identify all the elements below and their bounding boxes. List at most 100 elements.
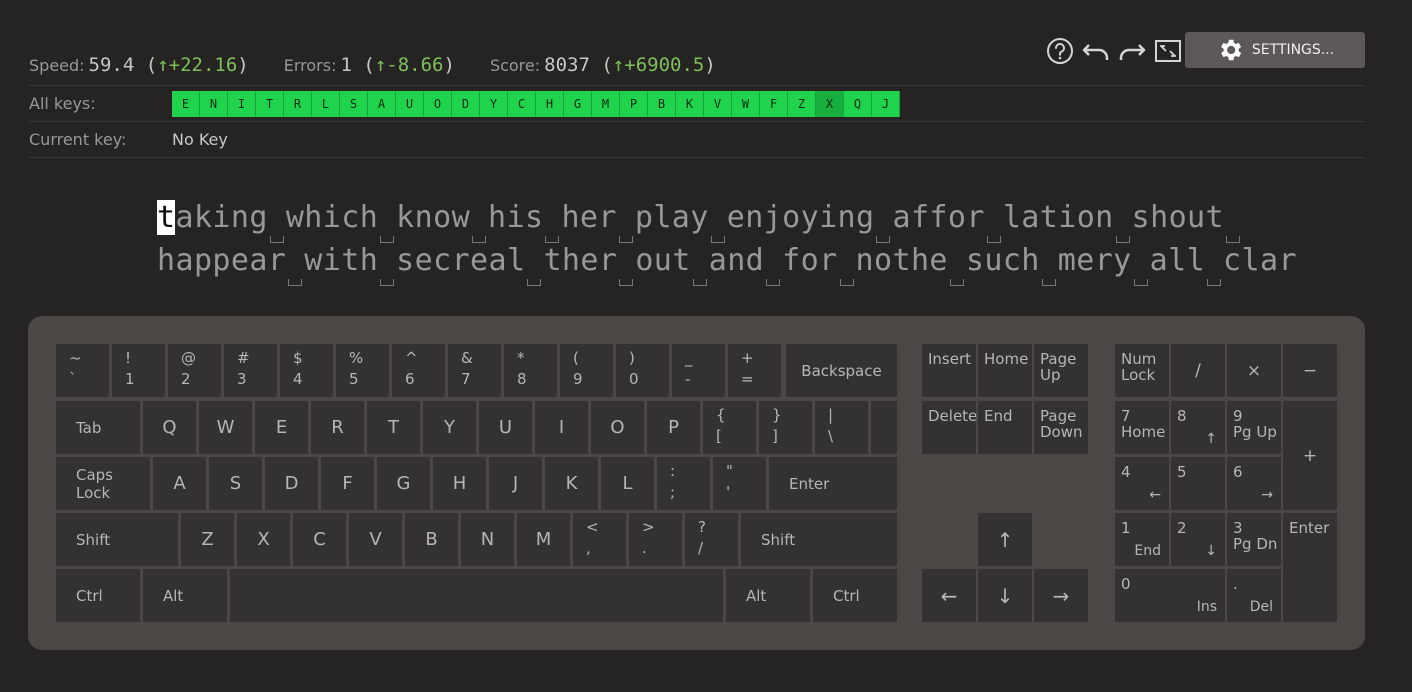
end-key[interactable]: End bbox=[978, 401, 1032, 454]
key-v[interactable]: V bbox=[349, 513, 402, 566]
arrow-left-key[interactable]: ← bbox=[922, 569, 976, 622]
key-q-label: Q bbox=[162, 417, 177, 438]
key-b[interactable]: B bbox=[405, 513, 458, 566]
key-q[interactable]: Q bbox=[143, 401, 196, 454]
home-key[interactable]: Home bbox=[978, 344, 1032, 397]
numpad-plus-key[interactable]: + bbox=[1283, 401, 1337, 510]
numpad-8-key[interactable]: 8 ↑ bbox=[1171, 401, 1225, 454]
key-g[interactable]: G bbox=[377, 457, 430, 510]
insert-key[interactable]: Insert bbox=[922, 344, 976, 397]
right-alt-key[interactable]: Alt bbox=[726, 569, 810, 622]
key-k[interactable]: K bbox=[545, 457, 598, 510]
tab-key[interactable]: Tab bbox=[56, 401, 140, 454]
key-m[interactable]: M bbox=[517, 513, 570, 566]
key-punct-1[interactable]: >. bbox=[629, 513, 682, 566]
key-5[interactable]: % 5 bbox=[336, 344, 389, 397]
arrow-down-key[interactable]: ↓ bbox=[978, 569, 1032, 622]
numpad-dot-key[interactable]: . Del bbox=[1227, 569, 1281, 622]
key-quote-0[interactable]: :; bbox=[657, 457, 710, 510]
numpad-4-key[interactable]: 4 ← bbox=[1115, 457, 1169, 510]
space-marker bbox=[525, 239, 543, 286]
key-i[interactable]: I bbox=[535, 401, 588, 454]
right-ctrl-key[interactable]: Ctrl bbox=[813, 569, 897, 622]
key-w[interactable]: W bbox=[199, 401, 252, 454]
left-shift-key[interactable]: Shift bbox=[56, 513, 178, 566]
key-=[interactable]: + = bbox=[728, 344, 781, 397]
key-1[interactable]: ! 1 bbox=[112, 344, 165, 397]
numpad-2-key[interactable]: 2 ↓ bbox=[1171, 513, 1225, 566]
key-6[interactable]: ^ 6 bbox=[392, 344, 445, 397]
key-`[interactable]: ~ ` bbox=[56, 344, 109, 397]
numpad-0-key[interactable]: 0 Ins bbox=[1115, 569, 1225, 622]
key-j[interactable]: J bbox=[489, 457, 542, 510]
key-l[interactable]: L bbox=[601, 457, 654, 510]
key-r[interactable]: R bbox=[311, 401, 364, 454]
key-3[interactable]: #3 bbox=[224, 344, 277, 397]
key-symbol-0[interactable]: {[ bbox=[703, 401, 756, 454]
backspace-key[interactable]: Backspace bbox=[786, 344, 897, 397]
undo-icon[interactable] bbox=[1081, 36, 1111, 66]
delete-key[interactable]: Delete bbox=[922, 401, 977, 454]
key-punct-2[interactable]: ? / bbox=[685, 513, 738, 566]
key-8-base-label: 8 bbox=[517, 370, 527, 388]
numpad-7-key[interactable]: 7 Home bbox=[1115, 401, 1169, 454]
right-shift-key[interactable]: Shift bbox=[741, 513, 897, 566]
caps-lock-key[interactable]: Caps Lock bbox=[56, 457, 150, 510]
numpad-5-key[interactable]: 5 bbox=[1171, 457, 1225, 510]
key-a[interactable]: A bbox=[153, 457, 206, 510]
key-e[interactable]: E bbox=[255, 401, 308, 454]
help-circle-icon[interactable] bbox=[1045, 36, 1075, 66]
key-quote-0-base-label: ; bbox=[670, 483, 676, 501]
numpad-enter-key[interactable]: Enter bbox=[1283, 513, 1337, 622]
space-marker bbox=[838, 239, 856, 286]
key-x[interactable]: X bbox=[237, 513, 290, 566]
lesson-text[interactable]: taking which know his her play enjoying … bbox=[157, 196, 1297, 286]
key-filler-right[interactable] bbox=[871, 401, 897, 454]
page-down-key[interactable]: Page Down bbox=[1034, 401, 1088, 454]
numpad-6-key[interactable]: 6 → bbox=[1227, 457, 1281, 510]
key-u[interactable]: U bbox=[479, 401, 532, 454]
key-t[interactable]: T bbox=[367, 401, 420, 454]
key-c[interactable]: C bbox=[293, 513, 346, 566]
key--[interactable]: _ - bbox=[672, 344, 725, 397]
num-lock-key[interactable]: Num Lock bbox=[1115, 344, 1169, 397]
key-p[interactable]: P bbox=[647, 401, 700, 454]
key-4[interactable]: $4 bbox=[280, 344, 333, 397]
enter-key[interactable]: Enter bbox=[769, 457, 897, 510]
key-punct-0[interactable]: <, bbox=[573, 513, 626, 566]
key-r-label: R bbox=[331, 417, 344, 438]
numpad-minus-key[interactable]: − bbox=[1283, 344, 1337, 397]
key-f[interactable]: F bbox=[321, 457, 374, 510]
left-ctrl-key[interactable]: Ctrl bbox=[56, 569, 140, 622]
left-alt-key[interactable]: Alt bbox=[143, 569, 227, 622]
key-7[interactable]: & 7 bbox=[448, 344, 501, 397]
key-quote-1[interactable]: " ' bbox=[713, 457, 766, 510]
arrow-right-key[interactable]: → bbox=[1034, 569, 1088, 622]
numpad-9-key[interactable]: 9 Pg Up bbox=[1227, 401, 1281, 454]
key-y[interactable]: Y bbox=[423, 401, 476, 454]
divider bbox=[29, 157, 1365, 158]
key-2[interactable]: @2 bbox=[168, 344, 221, 397]
key-symbol-2[interactable]: | \ bbox=[815, 401, 868, 454]
key-o-label: O bbox=[610, 417, 625, 438]
numpad-1-key[interactable]: 1 End bbox=[1115, 513, 1169, 566]
key-d[interactable]: D bbox=[265, 457, 318, 510]
key-8[interactable]: * 8 bbox=[504, 344, 557, 397]
fullscreen-icon[interactable] bbox=[1153, 36, 1183, 66]
key-symbol-1[interactable]: }] bbox=[759, 401, 812, 454]
space-key[interactable] bbox=[230, 569, 723, 622]
numpad-3-key[interactable]: 3 Pg Dn bbox=[1227, 513, 1281, 566]
key-0[interactable]: ) 0 bbox=[616, 344, 669, 397]
key-s[interactable]: S bbox=[209, 457, 262, 510]
key-9[interactable]: (9 bbox=[560, 344, 613, 397]
numpad-multiply-key[interactable]: × bbox=[1227, 344, 1281, 397]
key-z[interactable]: Z bbox=[181, 513, 234, 566]
redo-icon[interactable] bbox=[1117, 36, 1147, 66]
numpad-divide-key[interactable]: / bbox=[1171, 344, 1225, 397]
arrow-up-key[interactable]: ↑ bbox=[978, 513, 1032, 566]
settings-button[interactable]: SETTINGS... bbox=[1185, 32, 1365, 68]
page-up-key[interactable]: Page Up bbox=[1034, 344, 1088, 397]
key-o[interactable]: O bbox=[591, 401, 644, 454]
key-n[interactable]: N bbox=[461, 513, 514, 566]
key-h[interactable]: H bbox=[433, 457, 486, 510]
